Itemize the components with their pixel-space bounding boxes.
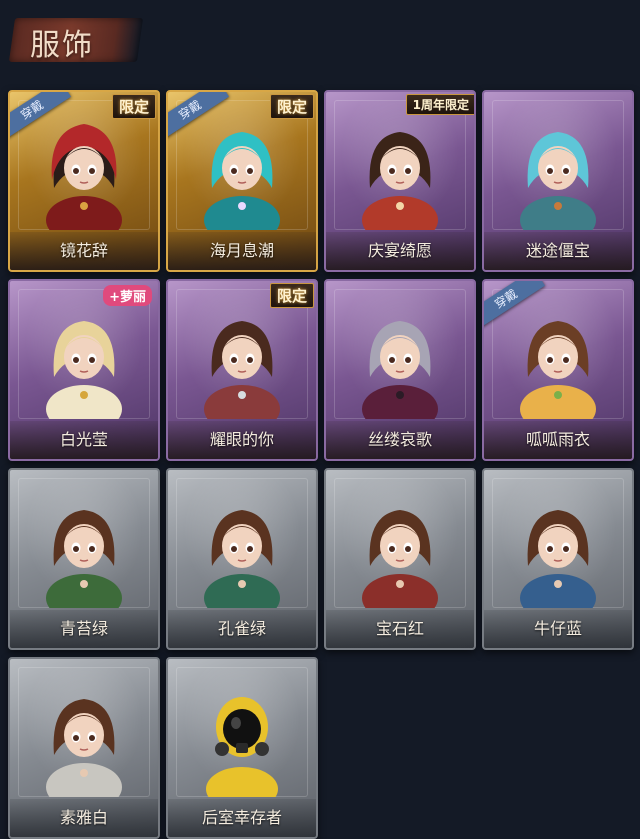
girl-green-coat-portrait <box>34 488 134 622</box>
blue-haired-girl-portrait <box>508 110 608 244</box>
costume-tag: 限定 <box>111 94 156 119</box>
costume-tag: 限定 <box>269 94 314 119</box>
costume-tag: +萝丽 <box>103 285 152 306</box>
costume-card[interactable]: 孔雀绿 <box>166 468 318 650</box>
red-hood-girl-portrait <box>34 110 134 244</box>
girl-teal-coat-portrait <box>192 488 292 622</box>
costume-card[interactable]: 海月息潮 限定 穿戴 <box>166 90 318 272</box>
costume-card[interactable]: 青苔绿 <box>8 468 160 650</box>
costume-card[interactable]: 丝缕哀歌 <box>324 279 476 461</box>
costume-name: 耀眼的你 <box>209 430 274 449</box>
costume-card[interactable]: 庆宴绮愿 1周年限定 <box>324 90 476 272</box>
gray-haired-girl-portrait <box>350 299 450 433</box>
costume-name: 呱呱雨衣 <box>525 430 590 449</box>
costume-card[interactable]: 白光莹 +萝丽 <box>8 279 160 461</box>
costume-name: 迷途僵宝 <box>525 241 590 260</box>
costume-card[interactable]: 宝石红 <box>324 468 476 650</box>
costume-name: 镜花辞 <box>59 241 108 260</box>
costume-name: 牛仔蓝 <box>533 619 582 638</box>
costume-card[interactable]: 镜花辞 限定 穿戴 <box>8 90 160 272</box>
costume-card[interactable]: 迷途僵宝 <box>482 90 634 272</box>
costume-name: 孔雀绿 <box>217 619 266 638</box>
blonde-crown-girl-portrait <box>34 299 134 433</box>
hazmat-survivor-portrait <box>192 677 292 811</box>
costume-name: 宝石红 <box>375 619 424 638</box>
costume-card[interactable]: 呱呱雨衣 穿戴 <box>482 279 634 461</box>
costume-tag: 限定 <box>269 283 314 308</box>
costume-name: 素雅白 <box>59 808 108 827</box>
cyan-haired-girl-portrait <box>192 110 292 244</box>
costume-name: 丝缕哀歌 <box>367 430 432 449</box>
costume-card[interactable]: 素雅白 <box>8 657 160 839</box>
costume-name: 后室幸存者 <box>201 808 282 827</box>
frog-hat-girl-portrait <box>508 299 608 433</box>
costume-card[interactable]: 牛仔蓝 <box>482 468 634 650</box>
costume-name: 白光莹 <box>59 430 108 449</box>
costume-tag: 1周年限定 <box>405 94 474 115</box>
girl-red-coat-portrait <box>350 488 450 622</box>
cowboy-hat-girl-portrait <box>192 299 292 433</box>
costume-card[interactable]: 耀眼的你 限定 <box>166 279 318 461</box>
costume-name: 庆宴绮愿 <box>367 241 432 260</box>
cake-girl-portrait <box>350 110 450 244</box>
girl-blue-coat-portrait <box>508 488 608 622</box>
costume-grid: 镜花辞 限定 穿戴 海月息潮 限定 穿戴 庆宴绮愿 1周年限定 迷途僵宝 白光莹… <box>0 0 640 839</box>
costume-name: 青苔绿 <box>59 619 108 638</box>
costume-card[interactable]: 后室幸存者 <box>166 657 318 839</box>
costume-name: 海月息潮 <box>209 241 274 260</box>
girl-white-coat-portrait <box>34 677 134 811</box>
